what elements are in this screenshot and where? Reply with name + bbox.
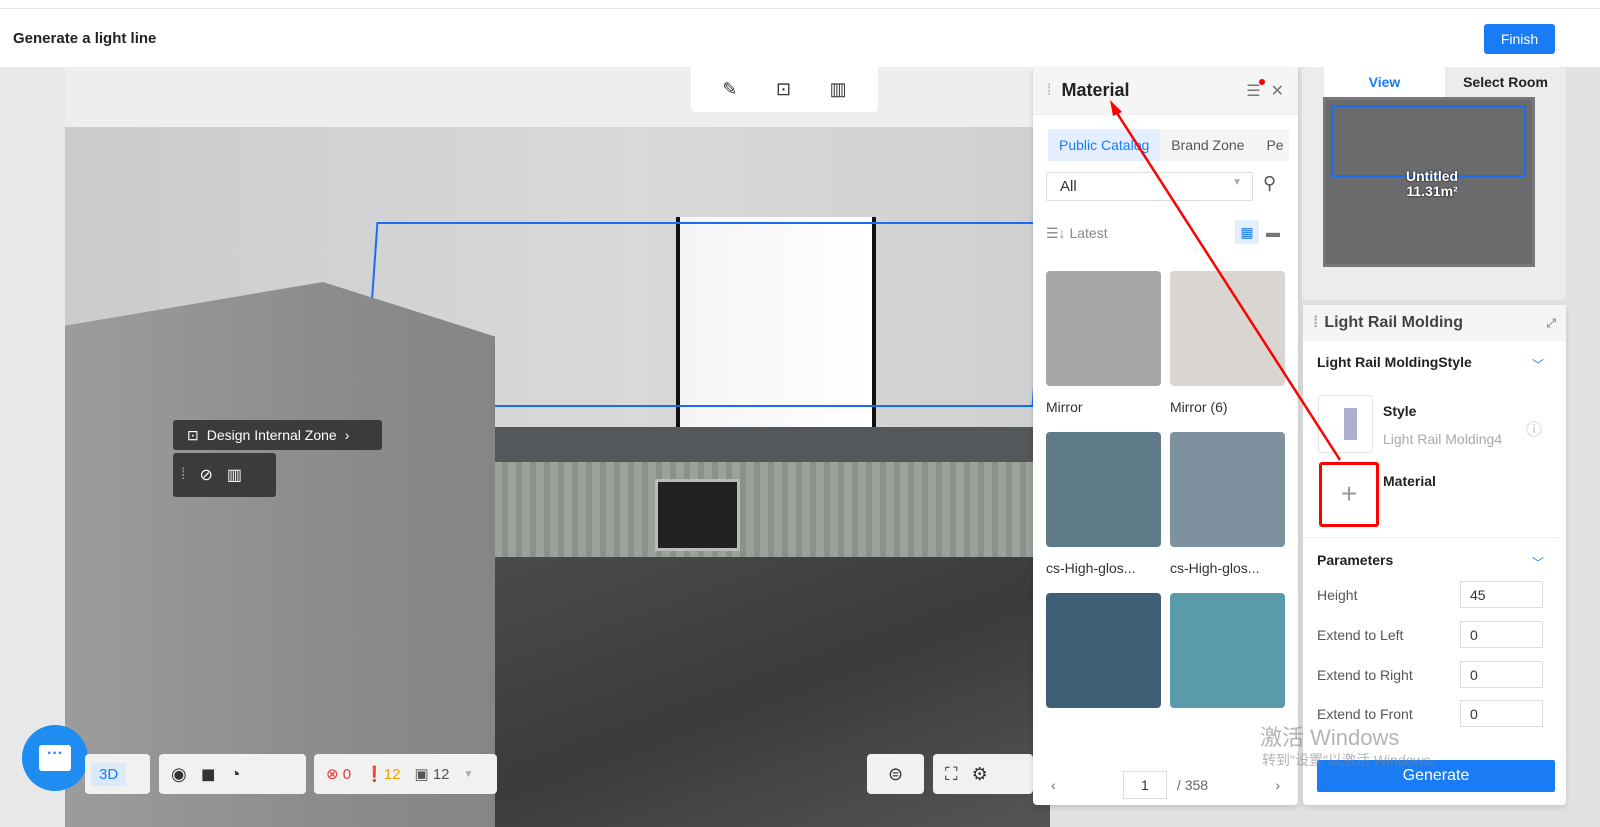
drag-handle-icon[interactable]: ⁞ — [1047, 82, 1051, 100]
camera-frame-icon[interactable]: ⛶ — [945, 764, 958, 785]
info-icon[interactable]: ⓘ — [1526, 416, 1542, 440]
chevron-down-icon[interactable]: ﹀ — [1532, 356, 1544, 373]
material-swatch — [1046, 432, 1161, 547]
refrigerator — [65, 282, 495, 827]
view-tools: ◉ ◼ ◔ — [159, 754, 306, 794]
catalog-tabs: Public Catalog Brand Zone Pe — [1048, 129, 1290, 161]
material-card[interactable]: Mirror (6) — [1170, 271, 1285, 432]
camera-tools: ⛶ ⚙ — [933, 754, 1033, 794]
base-cabinets — [480, 462, 1040, 562]
room-label: Untitled 11.31m² — [1406, 168, 1459, 199]
material-name: cs-High-glos... — [1170, 560, 1260, 576]
top-toolbar: ✎ ⊡ ▥ — [691, 67, 878, 112]
error-icon: ⊗ 0 — [326, 766, 352, 783]
countertop — [470, 427, 1040, 467]
zone-icon: ⊡ — [187, 426, 199, 443]
next-page-icon[interactable]: › — [1275, 777, 1280, 793]
page-input[interactable]: 1 — [1122, 771, 1167, 799]
add-frame-icon[interactable]: ⊡ — [776, 79, 791, 100]
drag-handle-icon[interactable]: ⁞ — [181, 466, 185, 484]
material-grid: Mirror Mirror (6) cs-High-glos... cs-High-g… — [1046, 271, 1286, 754]
material-card[interactable] — [1170, 593, 1285, 754]
toggle-tool[interactable]: ⊜ — [867, 754, 924, 794]
molding-icon[interactable]: ▥ — [227, 465, 242, 485]
finish-button[interactable]: Finish — [1484, 24, 1555, 54]
design-internal-zone-button[interactable]: ⊡ Design Internal Zone › — [173, 420, 382, 450]
selected-zone — [1331, 105, 1526, 177]
properties-panel: ⁞ Light Rail Molding ⤢ Light Rail MoldingS… — [1303, 305, 1566, 805]
add-material-button[interactable]: + — [1319, 462, 1379, 527]
molding-icon[interactable]: ▥ — [830, 79, 847, 100]
material-swatch — [1046, 271, 1161, 386]
header: Generate a light line Finish — [0, 8, 1600, 67]
extend-left-input[interactable]: 0 — [1460, 621, 1543, 648]
material-name: Mirror — [1046, 399, 1083, 415]
height-input[interactable]: 45 — [1460, 581, 1543, 608]
material-card[interactable] — [1046, 593, 1161, 754]
chat-button[interactable]: ··· — [22, 725, 88, 791]
cube-icon[interactable]: ◼ — [201, 764, 216, 785]
material-card[interactable]: cs-High-glos... — [1046, 432, 1161, 593]
material-name: Mirror (6) — [1170, 399, 1228, 415]
extend-right-input[interactable]: 0 — [1460, 661, 1543, 688]
floor-plan[interactable]: Untitled 11.31m² — [1323, 97, 1535, 267]
ceiling — [0, 67, 1040, 132]
object-toolbar: ⁞ ⊘ ▥ — [173, 453, 276, 497]
material-swatch — [1170, 271, 1285, 386]
pagination: ‹ 1/ 358 › — [1033, 765, 1298, 805]
material-swatch — [1170, 432, 1285, 547]
material-card[interactable]: Mirror — [1046, 271, 1161, 432]
expand-icon[interactable]: ⤢ — [1546, 316, 1556, 331]
tab-public-catalog[interactable]: Public Catalog — [1048, 129, 1161, 161]
drag-handle-icon[interactable]: ⁞ — [1313, 314, 1318, 332]
folder-icon[interactable]: ▬ — [1261, 220, 1285, 244]
extend-front-input[interactable]: 0 — [1460, 700, 1543, 727]
gauge-icon[interactable]: ◔ — [230, 764, 241, 785]
material-card[interactable]: cs-High-glos... — [1170, 432, 1285, 593]
material-panel-title: Material — [1061, 80, 1130, 100]
oven — [655, 479, 740, 551]
toggle-icon: ⊜ — [887, 763, 904, 784]
category-select[interactable]: All ▼ — [1046, 172, 1253, 201]
material-panel: ⁞ Material ☰ ✕ Public Catalog Brand Zone… — [1033, 67, 1298, 805]
style-thumbnail[interactable] — [1318, 395, 1373, 453]
eye-icon[interactable]: ◉ — [171, 764, 187, 785]
issues-summary[interactable]: ⊗ 0 ❗12 ▣ 12 ▼ — [314, 754, 497, 794]
prev-page-icon[interactable]: ‹ — [1051, 777, 1056, 793]
chat-icon: ··· — [39, 745, 71, 771]
warning-icon: ❗12 — [365, 766, 401, 783]
item-count-icon: ▣ 12 — [414, 766, 450, 783]
left-wall — [0, 67, 65, 827]
page-title: Generate a light line — [13, 30, 157, 47]
material-swatch — [1046, 593, 1161, 708]
list-menu-icon[interactable]: ☰ — [1246, 78, 1265, 101]
minimap: View Select Room Untitled 11.31m² — [1302, 67, 1566, 300]
hide-icon[interactable]: ⊘ — [199, 465, 212, 485]
material-swatch — [1170, 593, 1285, 708]
paint-icon[interactable]: ✎ — [722, 79, 737, 100]
chevron-right-icon: › — [344, 427, 350, 443]
chevron-down-icon: ▼ — [463, 768, 474, 780]
sort-latest[interactable]: ☰↓ Latest — [1046, 225, 1108, 242]
view-mode-select[interactable]: 3D — [85, 754, 150, 794]
tab-brand-zone[interactable]: Brand Zone — [1160, 129, 1256, 161]
generate-button[interactable]: Generate — [1317, 760, 1555, 792]
caret-down-icon: ▼ — [1232, 177, 1242, 188]
tab-view[interactable]: View — [1324, 67, 1445, 97]
material-name: cs-High-glos... — [1046, 560, 1136, 576]
chevron-down-icon[interactable]: ﹀ — [1532, 554, 1544, 571]
camera-settings-icon[interactable]: ⚙ — [972, 764, 988, 785]
tab-select-room[interactable]: Select Room — [1445, 67, 1566, 97]
search-icon[interactable]: ⚲ — [1263, 173, 1276, 194]
close-icon[interactable]: ✕ — [1271, 81, 1284, 101]
grid-view-icon[interactable]: ▦ — [1235, 220, 1259, 244]
tab-personal[interactable]: Pe — [1255, 129, 1290, 161]
